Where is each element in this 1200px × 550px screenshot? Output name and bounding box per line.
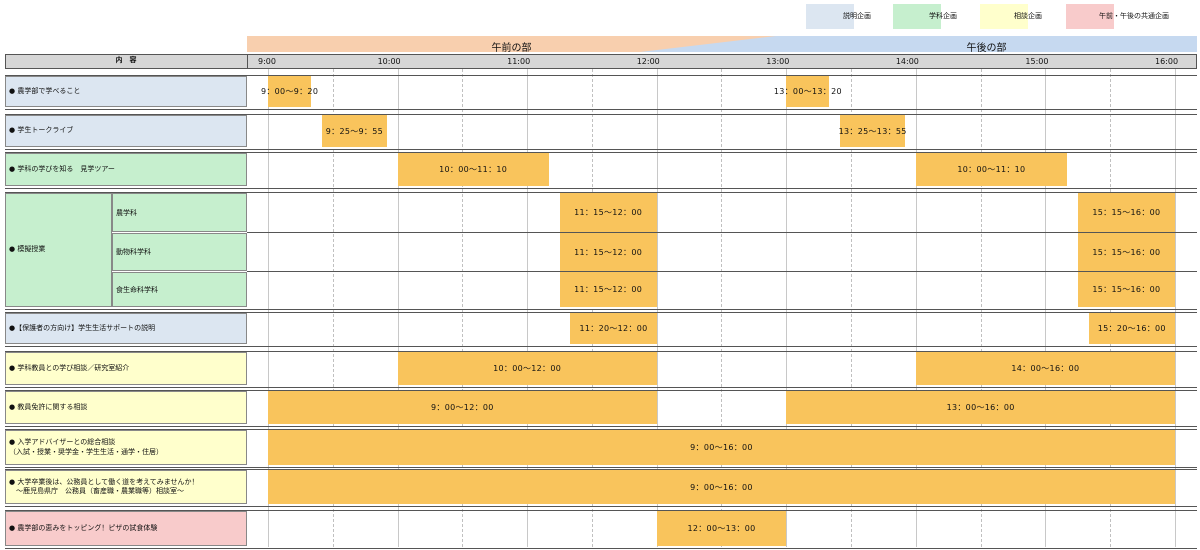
row-label: ● 教員免許に関する相談 — [5, 391, 247, 424]
row-label: ●【保護者の方向け】学生生活サポートの説明 — [5, 313, 247, 344]
schedule-bar: 15：15～16：00 — [1077, 193, 1175, 232]
time-tick-label: 14:00 — [895, 57, 919, 66]
schedule-bar: 15：15～16：00 — [1077, 272, 1175, 307]
row-label: ● 農学部の恵みをトッピング！ピザの試食体験 — [5, 511, 247, 546]
time-tick-label: 11:00 — [507, 57, 531, 66]
schedule-bar: 13：00～16：00 — [786, 391, 1175, 424]
sub-row-label: 食生命科学科 — [112, 272, 247, 307]
schedule-bar: 11：15～12：00 — [559, 272, 657, 307]
sub-row-label: 動物科学科 — [112, 233, 247, 271]
row-label: ● 模擬授業 — [5, 193, 112, 307]
schedule-bar: 9：00～12：00 — [268, 391, 657, 424]
time-tick-label: 9:00 — [258, 57, 276, 66]
schedule-bar: 9：00～9：20 — [261, 76, 318, 107]
schedule-bar: 11：20～12：00 — [570, 313, 657, 344]
time-tick-label: 15:00 — [1025, 57, 1049, 66]
schedule-bar: 14：00～16：00 — [915, 352, 1175, 385]
schedule-bar: 15：20～16：00 — [1088, 313, 1175, 344]
row-label: ● 学科の学びを知る 見学ツアー — [5, 153, 247, 186]
sub-row-divider — [247, 232, 1197, 233]
legend-label: 学科企画 — [929, 12, 957, 20]
time-tick-label: 12:00 — [636, 57, 660, 66]
time-tick-label: 10:00 — [377, 57, 401, 66]
legend-label: 相談企画 — [1014, 12, 1042, 20]
schedule-bar: 13：25～13：55 — [839, 115, 906, 147]
schedule-bar: 11：15～12：00 — [559, 193, 657, 232]
row-label: ● 学科教員との学び相談／研究室紹介 — [5, 352, 247, 385]
legend-label: 説明企画 — [843, 12, 871, 20]
schedule-bar: 10：00～11：10 — [915, 153, 1067, 186]
sub-row-divider — [247, 271, 1197, 272]
header-divider — [247, 54, 248, 69]
am-section-label: 午前の部 — [491, 43, 532, 54]
schedule-bar: 10：00～11：10 — [397, 153, 549, 186]
row-label: ● 農学部で学べること — [5, 76, 247, 107]
schedule-bar: 9：00～16：00 — [268, 430, 1175, 465]
schedule-bar: 11：15～12：00 — [559, 233, 657, 271]
schedule-bar: 9：00～16：00 — [268, 470, 1175, 504]
schedule-bar: 10：00～12：00 — [397, 352, 657, 385]
content-column-header: 内 容 — [115, 56, 137, 64]
row-label: ● 学生トークライブ — [5, 115, 247, 147]
schedule-bar: 15：15～16：00 — [1077, 233, 1175, 271]
schedule-bar: 13：00～13：20 — [774, 76, 842, 107]
row-label: ● 大学卒業後は、公務員として働く道を考えてみませんか！ ～鹿児島県庁 公務員（… — [5, 470, 247, 504]
schedule-bar: 9：25～9：55 — [321, 115, 387, 147]
sub-row-label: 農学科 — [112, 193, 247, 232]
row-label: ● 入学アドバイザーとの総合相談 （入試・授業・奨学金・学生生活・通学・住居） — [5, 430, 247, 465]
legend-label: 午前・午後の共通企画 — [1099, 12, 1169, 20]
time-tick-label: 13:00 — [766, 57, 790, 66]
schedule-bar: 12：00～13：00 — [656, 511, 787, 546]
pm-section-label: 午後の部 — [966, 43, 1007, 54]
time-tick-label: 16:00 — [1154, 57, 1179, 66]
